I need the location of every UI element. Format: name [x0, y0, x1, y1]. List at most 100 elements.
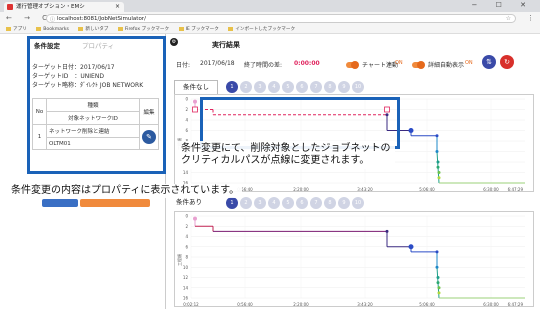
folder-icon [228, 26, 234, 31]
x-end-label: 6:47:29 [508, 302, 524, 307]
pager-page-8[interactable]: 8 [324, 81, 336, 93]
header-target: 対象ネットワークID [46, 111, 140, 125]
row-target: OLTM01 [46, 137, 140, 150]
bookmark-firefox[interactable]: Firefox ブックマーク [117, 25, 169, 34]
bookmark-apps[interactable]: アプリ [6, 25, 27, 34]
edit-pencil-icon[interactable]: ✎ [142, 130, 156, 144]
pager-page-8[interactable]: 8 [324, 197, 336, 209]
pager-page-4[interactable]: 4 [268, 197, 280, 209]
x-tick-label: 3:43:20 [357, 187, 373, 192]
bookmarks-bar: アプリ Bookmarks 新しいタブ Firefox ブックマーク IE ブッ… [0, 25, 540, 34]
pager-page-6[interactable]: 6 [296, 81, 308, 93]
job-node [436, 165, 440, 169]
pager-page-2[interactable]: 2 [240, 197, 252, 209]
callout-chart-note: 条件変更にて、削除対象としたジョブネットの クリティカルパスが点線に変更されます… [177, 141, 395, 169]
pager-page-7[interactable]: 7 [310, 197, 322, 209]
pager-page-9[interactable]: 9 [338, 81, 350, 93]
window-controls[interactable]: − ☐ ✕ [472, 1, 534, 9]
x-tick-label: 2:20:00 [293, 302, 309, 307]
y-tick-label: 0 [185, 214, 188, 219]
pager-page-5[interactable]: 5 [282, 81, 294, 93]
x-tick-label: 0:56:40 [237, 302, 253, 307]
detail-state: ON [465, 60, 473, 66]
target-id: ターゲットID ：UNIEND [32, 73, 104, 80]
date-value: 2017/06/18 [200, 60, 235, 67]
url-text: localhost:8081/JobNetSimulator/ [57, 16, 146, 22]
job-node [436, 276, 440, 279]
callout-chart-line2: クリティカルパスが点線に変更されます。 [181, 155, 370, 166]
browser-tab-title: 運行管理オプション・EMシ [16, 4, 85, 10]
x-tick-label: 2:20:00 [293, 187, 309, 192]
job-node [193, 99, 197, 104]
gear-icon[interactable]: ⚙ [170, 38, 178, 46]
end-diff-label: 終了時間の差: [244, 62, 283, 69]
job-node [437, 171, 441, 174]
table-header-row: No 種類 編集 [32, 98, 159, 125]
info-icon: ⓘ [50, 17, 56, 23]
toggle-switch[interactable] [346, 61, 359, 69]
sort-icon[interactable]: ⇅ [482, 55, 496, 69]
star-folder-icon [36, 26, 42, 31]
menu-icon[interactable]: ⋮ [527, 14, 534, 22]
pager-page-4[interactable]: 4 [268, 81, 280, 93]
browser-tab-bar: 運行管理オプション・EMシ × − ☐ ✕ [0, 0, 540, 12]
table-row[interactable]: 1 ネットワーク削除と連結 ✎ [32, 124, 159, 150]
pager-page-1[interactable]: 1 [226, 81, 238, 93]
job-node [435, 150, 439, 153]
folder-icon [117, 26, 123, 31]
y-tick-label: 8 [185, 255, 188, 260]
x-tick-label: 3:43:20 [357, 302, 373, 307]
y-tick-label: 6 [185, 244, 188, 249]
bookmark-new-tab[interactable]: 新しいタブ [78, 25, 108, 34]
pager-page-7[interactable]: 7 [310, 81, 322, 93]
apply-button[interactable] [42, 199, 78, 207]
x-tick-label: 0:02:12 [183, 302, 199, 307]
pager-page-3[interactable]: 3 [254, 81, 266, 93]
bookmark-star-icon[interactable]: ☆ [506, 15, 511, 23]
x-tick-label: 6:30:00 [483, 302, 499, 307]
job-node [435, 265, 439, 269]
header-edit: 編集 [139, 98, 159, 125]
y-tick-label: 16 [183, 296, 189, 301]
folder-icon [178, 26, 184, 31]
pager-page-10[interactable]: 10 [352, 81, 364, 93]
bookmark-ie[interactable]: IE ブックマーク [178, 25, 219, 34]
y-tick-label: 10 [183, 265, 189, 270]
left-panel: 条件設定 プロパティ ターゲット日付：2017/06/17 ターゲットID ：U… [0, 34, 166, 309]
browser-tab[interactable]: 運行管理オプション・EMシ × [4, 2, 124, 12]
bookmark-imported[interactable]: インポートしたブックマーク [228, 25, 295, 34]
pager-page-1[interactable]: 1 [226, 197, 238, 209]
job-node [193, 216, 197, 221]
clear-button[interactable] [80, 199, 150, 207]
page-icon [78, 26, 84, 31]
job-node [437, 176, 441, 180]
chart-link-label: チャート連動 [362, 62, 398, 69]
tab-condition-settings[interactable]: 条件設定 [34, 40, 60, 50]
bookmark-bookmarks[interactable]: Bookmarks [36, 25, 69, 34]
pager-page-3[interactable]: 3 [254, 197, 266, 209]
info-bar: 日付: 2017/06/18 終了時間の差: 0:00:00 チャート連動 ON… [176, 58, 532, 70]
row-kind: ネットワーク削除と連結 [46, 124, 140, 138]
header-kind: 種類 [46, 98, 140, 112]
address-bar[interactable]: ⓘ localhost:8081/JobNetSimulator/ ☆ [46, 14, 516, 23]
refresh-icon[interactable]: ↻ [500, 55, 514, 69]
close-tab-icon[interactable]: × [115, 2, 120, 12]
target-name: ターゲット略称：ﾀﾞｲﾚｸﾄ JOB NETWORK [32, 82, 144, 89]
x-tick-label: 6:30:00 [483, 187, 499, 192]
y-tick-label: 6 [185, 128, 188, 133]
job-node [436, 160, 440, 164]
toggle-switch[interactable] [412, 61, 425, 69]
tab-execution-results[interactable]: 実行結果 [212, 40, 240, 50]
callout-property-note: 条件変更の内容はプロパティに表示されています。 [8, 184, 243, 198]
pager-page-9[interactable]: 9 [338, 197, 350, 209]
pager-page-6[interactable]: 6 [296, 197, 308, 209]
y-tick-label: 12 [183, 275, 189, 280]
tab-condition-none[interactable]: 条件なし [174, 80, 218, 94]
tab-properties[interactable]: プロパティ [82, 40, 114, 50]
pager-page-10[interactable]: 10 [352, 197, 364, 209]
pager-page-2[interactable]: 2 [240, 81, 252, 93]
browser-nav-bar: ← → C ⓘ localhost:8081/JobNetSimulator/ … [0, 12, 540, 25]
job-node [437, 291, 441, 295]
job-node [435, 250, 439, 254]
pager-page-5[interactable]: 5 [282, 197, 294, 209]
